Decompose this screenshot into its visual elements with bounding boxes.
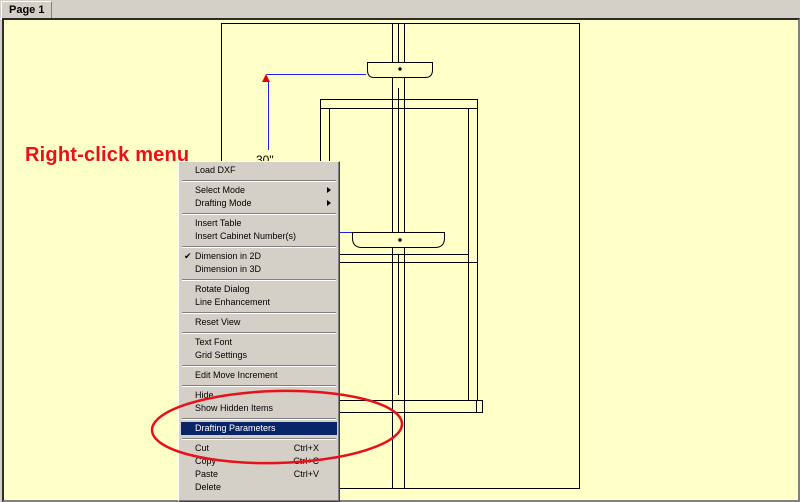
menu-separator: [181, 382, 337, 389]
menu-separator: [181, 435, 337, 442]
menu-separator: [181, 362, 337, 369]
right-click-annotation: Right-click menu: [25, 144, 190, 166]
submenu-arrow-icon: [327, 200, 331, 206]
drawing-canvas[interactable]: Right-click menu 30": [2, 18, 800, 502]
check-icon: ✔: [184, 251, 192, 261]
shortcut-label: Ctrl+V: [293, 469, 319, 479]
menu-item-drafting-parameters[interactable]: Drafting Parameters: [181, 422, 337, 435]
menu-item-delete[interactable]: Delete: [181, 481, 337, 494]
menu-item-cut[interactable]: Cut Ctrl+X: [181, 442, 337, 455]
menu-item-insert-table[interactable]: Insert Table: [181, 217, 337, 230]
menu-item-edit-move-increment[interactable]: Edit Move Increment: [181, 369, 337, 382]
menu-separator: [181, 276, 337, 283]
menu-separator: [181, 177, 337, 184]
menu-item-hide[interactable]: Hide: [181, 389, 337, 402]
menu-item-copy[interactable]: Copy Ctrl+C: [181, 455, 337, 468]
menu-item-dimension-3d[interactable]: Dimension in 3D: [181, 263, 337, 276]
menu-item-drafting-mode[interactable]: Drafting Mode: [181, 197, 337, 210]
menu-item-select-mode[interactable]: Select Mode: [181, 184, 337, 197]
menu-item-reset-view[interactable]: Reset View: [181, 316, 337, 329]
menu-item-text-font[interactable]: Text Font: [181, 336, 337, 349]
shortcut-label: Ctrl+C: [293, 456, 319, 466]
menu-separator: [181, 329, 337, 336]
menu-item-line-enhancement[interactable]: Line Enhancement: [181, 296, 337, 309]
menu-separator: [181, 309, 337, 316]
menu-item-load-dxf[interactable]: Load DXF: [181, 164, 337, 177]
menu-item-grid-settings[interactable]: Grid Settings: [181, 349, 337, 362]
shortcut-label: Ctrl+X: [293, 443, 319, 453]
cabinet-drawing: [221, 23, 580, 489]
context-menu: Load DXF Select Mode Drafting Mode Inser…: [178, 161, 340, 502]
menu-separator: [181, 415, 337, 422]
menu-item-show-hidden-items[interactable]: Show Hidden Items: [181, 402, 337, 415]
menu-item-paste[interactable]: Paste Ctrl+V: [181, 468, 337, 481]
menu-item-dimension-2d[interactable]: ✔ Dimension in 2D: [181, 250, 337, 263]
menu-separator: [181, 210, 337, 217]
menu-separator: [181, 243, 337, 250]
tab-strip: Page 1: [0, 0, 800, 20]
menu-item-insert-cabinet-numbers[interactable]: Insert Cabinet Number(s): [181, 230, 337, 243]
submenu-arrow-icon: [327, 187, 331, 193]
menu-item-rotate-dialog[interactable]: Rotate Dialog: [181, 283, 337, 296]
